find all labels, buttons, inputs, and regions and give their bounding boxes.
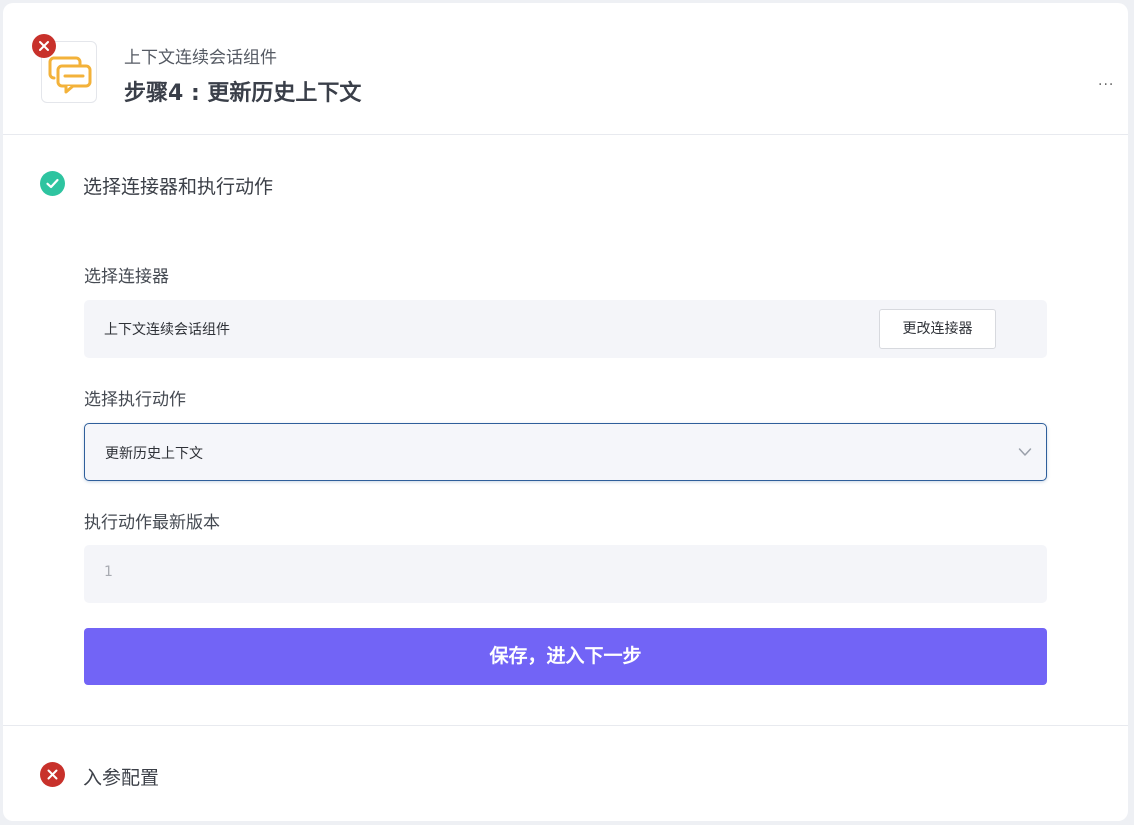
- chevron-down-icon: [1018, 448, 1032, 456]
- version-field: 1: [84, 545, 1047, 603]
- step-title: 步骤4 : 更新历史上下文: [124, 81, 362, 106]
- action-value: 更新历史上下文: [105, 446, 203, 462]
- section-title: 选择连接器和执行动作: [83, 176, 274, 198]
- more-options-icon[interactable]: ···: [1098, 77, 1114, 93]
- error-icon: [32, 34, 56, 58]
- save-next-button[interactable]: 保存，进入下一步: [84, 628, 1047, 685]
- connector-field: 上下文连续会话组件 更改连接器: [84, 300, 1047, 358]
- section-title: 入参配置: [83, 767, 160, 789]
- change-connector-button[interactable]: 更改连接器: [879, 309, 996, 349]
- error-circle-icon: [40, 762, 65, 787]
- step-header: 上下文连续会话组件 步骤4 : 更新历史上下文 ···: [3, 3, 1128, 135]
- check-circle-icon: [40, 171, 65, 196]
- version-value: 1: [104, 564, 113, 580]
- step-card: 上下文连续会话组件 步骤4 : 更新历史上下文 ··· 选择连接器和执行动作 选…: [3, 3, 1128, 821]
- chat-bubbles-icon: [48, 56, 92, 94]
- connector-value: 上下文连续会话组件: [104, 322, 230, 338]
- connector-label: 选择连接器: [84, 267, 169, 287]
- connector-name: 上下文连续会话组件: [124, 48, 277, 68]
- section-divider: [3, 725, 1128, 726]
- version-label: 执行动作最新版本: [84, 513, 220, 533]
- action-label: 选择执行动作: [84, 390, 186, 410]
- action-select[interactable]: 更新历史上下文: [84, 423, 1047, 481]
